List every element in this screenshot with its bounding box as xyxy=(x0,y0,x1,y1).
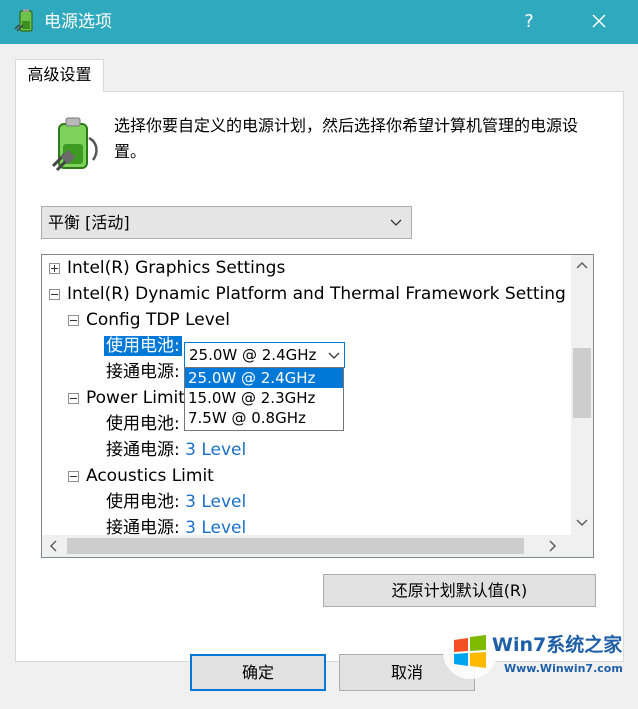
expand-plus-icon[interactable] xyxy=(49,263,60,274)
advanced-settings-panel: 选择你要自定义的电源计划，然后选择你希望计算机管理的电源设置。 平衡 [活动] … xyxy=(15,91,624,662)
vertical-scroll-thumb[interactable] xyxy=(573,348,591,418)
scrollbar-corner xyxy=(571,535,593,557)
power-plan-value: 平衡 [活动] xyxy=(48,213,130,232)
windows-flag-icon xyxy=(443,625,497,679)
dropdown-option[interactable]: 7.5W @ 0.8GHz xyxy=(185,408,343,428)
collapse-minus-icon[interactable] xyxy=(68,471,79,482)
collapse-minus-icon[interactable] xyxy=(68,315,79,326)
watermark-url: Www.Winwin7.com xyxy=(504,662,623,675)
acoustics-battery-row[interactable]: 使用电池: 3 Level xyxy=(106,489,246,515)
close-icon[interactable] xyxy=(584,8,614,36)
battery-plug-icon xyxy=(51,117,98,172)
settings-tree[interactable]: Intel(R) Graphics Settings Intel(R) Dyna… xyxy=(41,254,594,558)
ok-button[interactable]: 确定 xyxy=(190,654,326,691)
intro-text: 选择你要自定义的电源计划，然后选择你希望计算机管理的电源设置。 xyxy=(114,116,579,161)
config-tdp-plugged-label[interactable]: 接通电源: xyxy=(106,359,180,385)
scroll-down-icon[interactable] xyxy=(574,514,590,530)
battery-plug-icon xyxy=(14,9,33,32)
collapse-minus-icon[interactable] xyxy=(68,393,79,404)
scroll-right-icon[interactable] xyxy=(544,538,560,554)
window-title: 电源选项 xyxy=(44,12,112,32)
horizontal-scrollbar[interactable] xyxy=(42,535,573,557)
help-button[interactable]: ? xyxy=(514,8,544,36)
dropdown-option[interactable]: 15.0W @ 2.3GHz xyxy=(185,388,343,408)
horizontal-scroll-thumb[interactable] xyxy=(67,538,524,554)
restore-defaults-button[interactable]: 还原计划默认值(R) xyxy=(323,574,596,607)
config-tdp-battery-label[interactable]: 使用电池: xyxy=(104,333,182,359)
power-plan-select[interactable]: 平衡 [活动] xyxy=(41,206,412,239)
acoustics-battery-value[interactable]: 3 Level xyxy=(185,492,246,512)
power-limit-plugged-value[interactable]: 3 Level xyxy=(185,440,246,460)
vertical-scrollbar[interactable] xyxy=(571,255,593,535)
dropdown-option[interactable]: 25.0W @ 2.4GHz xyxy=(185,368,343,388)
title-bar: 电源选项 ? xyxy=(0,0,638,44)
config-tdp-dropdown-list[interactable]: 25.0W @ 2.4GHz 15.0W @ 2.3GHz 7.5W @ 0.8… xyxy=(184,367,344,431)
collapse-minus-icon[interactable] xyxy=(49,289,60,300)
scroll-left-icon[interactable] xyxy=(46,538,62,554)
chevron-down-icon xyxy=(390,219,402,226)
power-limit-plugged-row[interactable]: 接通电源: 3 Level xyxy=(106,437,246,463)
config-tdp-battery-combo[interactable]: 25.0W @ 2.4GHz xyxy=(184,342,345,368)
chevron-down-icon xyxy=(328,352,340,359)
watermark-logo: Win7系统之家 Www.Winwin7.com xyxy=(442,610,632,698)
scroll-up-icon[interactable] xyxy=(574,258,590,274)
watermark-brand: Win7系统之家 xyxy=(492,634,623,656)
tab-advanced-settings[interactable]: 高级设置 xyxy=(15,59,104,92)
